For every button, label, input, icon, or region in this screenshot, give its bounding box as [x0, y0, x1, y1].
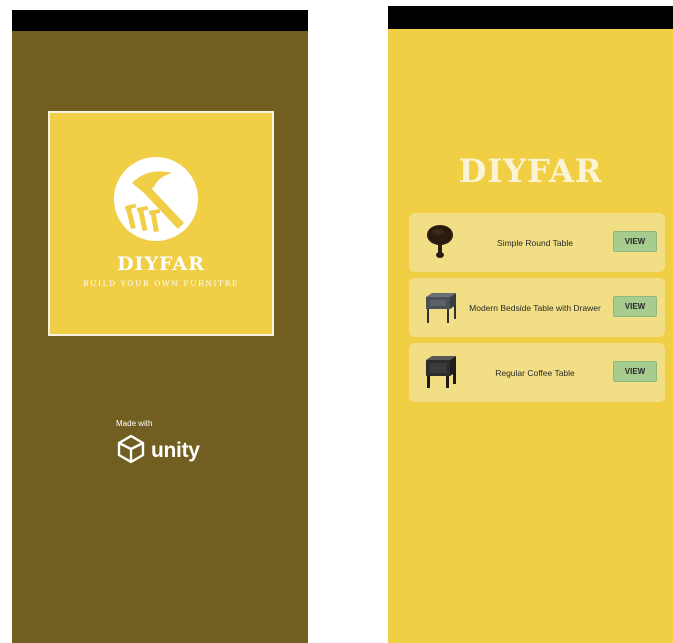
round-table-thumbnail: [424, 222, 458, 262]
unity-cube-icon: [116, 434, 146, 469]
coffee-table-thumbnail: [424, 352, 458, 392]
view-button[interactable]: VIEW: [613, 296, 657, 317]
made-with-label: Made with: [116, 419, 153, 428]
list-item: Modern Bedside Table with Drawer VIEW: [409, 278, 665, 337]
catalog-screen: DIYFAR Simple Round Table VIEW Modern Be…: [388, 6, 673, 643]
view-button[interactable]: VIEW: [613, 231, 657, 252]
splash-screen: DIYFAR BUILD YOUR OWN FURNITRE Made with…: [12, 10, 308, 643]
brand-title: DIYFAR: [117, 253, 205, 275]
item-name: Simple Round Table: [497, 237, 573, 248]
app-title: DIYFAR: [458, 152, 603, 190]
unity-wordmark: unity: [151, 439, 200, 462]
status-bar: [12, 10, 308, 31]
hammer-nails-icon: [114, 157, 198, 241]
list-item: Simple Round Table VIEW: [409, 213, 665, 272]
item-name: Modern Bedside Table with Drawer: [469, 302, 601, 313]
brand-tagline: BUILD YOUR OWN FURNITRE: [82, 279, 240, 288]
view-button[interactable]: VIEW: [613, 361, 657, 382]
list-item: Regular Coffee Table VIEW: [409, 343, 665, 402]
furniture-list: Simple Round Table VIEW Modern Bedside T…: [409, 213, 665, 408]
screenshot-canvas: DIYFAR BUILD YOUR OWN FURNITRE Made with…: [0, 0, 673, 643]
logo-card: DIYFAR BUILD YOUR OWN FURNITRE: [48, 111, 274, 336]
unity-logo: unity: [116, 434, 200, 469]
item-name: Regular Coffee Table: [495, 367, 575, 378]
bedside-table-thumbnail: [424, 287, 458, 327]
status-bar: [388, 6, 673, 29]
